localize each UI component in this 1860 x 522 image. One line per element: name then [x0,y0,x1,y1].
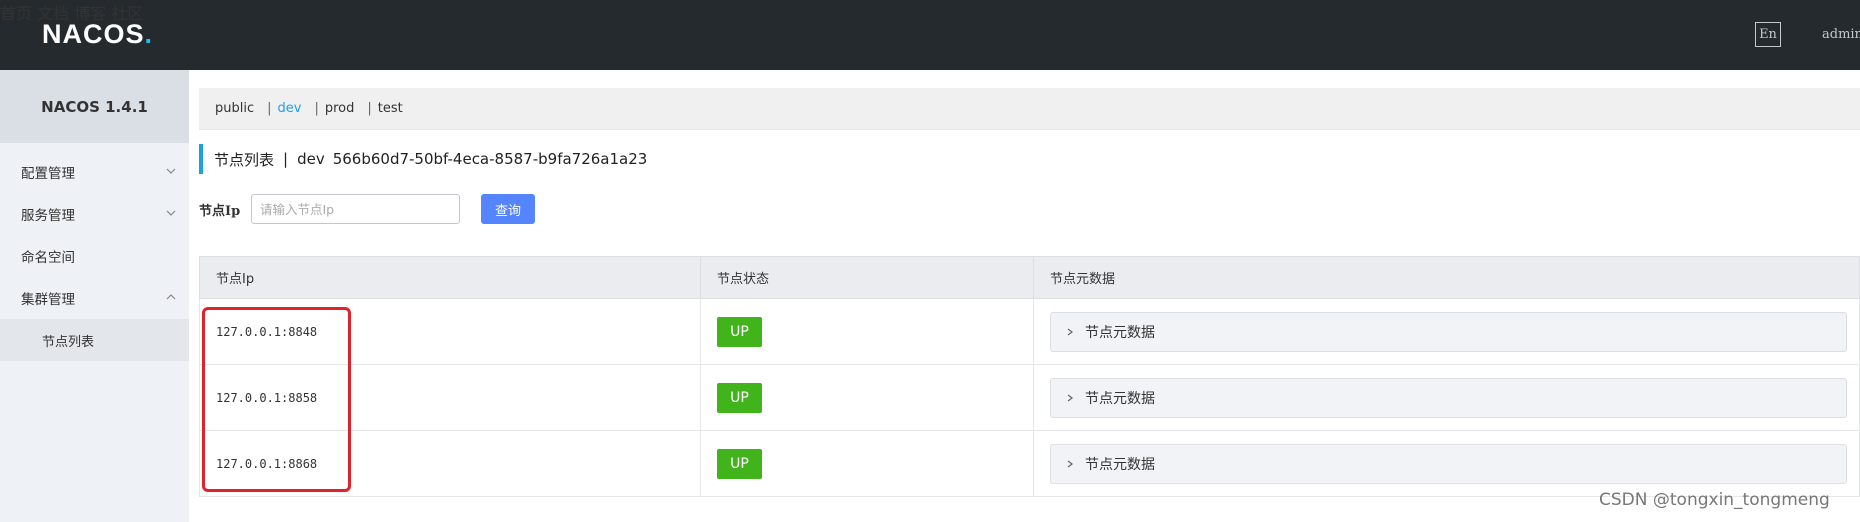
metadata-label: 节点元数据 [1085,390,1155,407]
status-badge: UP [717,316,762,347]
sidebar-item-cluster-management[interactable]: 集群管理 [0,277,189,319]
sidebar-item-service-management[interactable]: 服务管理 [0,193,189,235]
table-header-row: 节点Ip 节点状态 节点元数据 [199,256,1860,299]
chevron-down-icon [166,168,176,174]
page-title-separator: | [283,150,289,168]
sidebar-title: NACOS 1.4.1 [0,70,189,143]
column-header-node-metadata: 节点元数据 [1033,256,1860,299]
namespace-test[interactable]: test [378,101,403,116]
logo-text-pre: NA [42,19,83,49]
namespace-prod[interactable]: prod [325,101,355,116]
node-status-cell: UP [700,430,1034,497]
chevron-right-icon [1067,328,1073,335]
metadata-label: 节点元数据 [1085,324,1155,341]
sidebar-item-label: 配置管理 [21,166,75,182]
column-header-node-ip: 节点Ip [199,256,701,299]
metadata-collapse-toggle[interactable]: 节点元数据 [1050,311,1847,352]
table-row: 127.0.0.1:8848 UP 节点元数据 [199,298,1860,365]
chevron-down-icon [166,210,176,216]
top-navbar: NACOS. 首页 文档 博客 社区 En admin [0,0,1860,70]
page-title: 节点列表 | dev 566b60d7-50bf-4eca-8587-b9fa7… [199,144,647,174]
metadata-collapse-toggle[interactable]: 节点元数据 [1050,443,1847,484]
user-menu[interactable]: admin [1822,27,1860,42]
query-button[interactable]: 查询 [481,194,535,224]
table-row: 127.0.0.1:8868 UP 节点元数据 [199,430,1860,497]
node-table: 节点Ip 节点状态 节点元数据 127.0.0.1:8848 UP 节点元数据 … [199,256,1860,497]
namespace-id: 566b60d7-50bf-4eca-8587-b9fa726a1a23 [332,150,648,168]
node-ip-label: 节点Ip [199,204,241,219]
sidebar-item-label: 命名空间 [21,250,75,266]
sidebar-item-label: 服务管理 [21,208,75,224]
namespace-bar: public | dev | prod | test [199,88,1860,130]
logo-text-mid: COS [83,19,145,49]
annotation-highlight-box [202,307,351,492]
chevron-up-icon [166,294,176,300]
namespace-dev[interactable]: dev [278,101,302,116]
main-content: public | dev | prod | test 节点列表 | dev 566b6… [189,70,1860,522]
table-row: 127.0.0.1:8858 UP 节点元数据 [199,364,1860,431]
nav-home-link[interactable]: 首页 [0,4,32,23]
namespace-separator: | [314,101,319,116]
metadata-collapse-toggle[interactable]: 节点元数据 [1050,377,1847,418]
node-metadata-cell: 节点元数据 [1033,364,1860,431]
chevron-right-icon [1067,460,1073,467]
nacos-logo[interactable]: NACOS. [42,19,153,50]
status-badge: UP [717,448,762,479]
language-switch-button[interactable]: En [1755,22,1781,47]
namespace-public[interactable]: public [215,101,254,116]
sidebar-item-namespace[interactable]: 命名空间 [0,235,189,277]
sidebar-item-config-management[interactable]: 配置管理 [0,151,189,193]
status-badge: UP [717,382,762,413]
namespace-separator: | [367,101,372,116]
node-status-cell: UP [700,298,1034,365]
node-metadata-cell: 节点元数据 [1033,430,1860,497]
chevron-right-icon [1067,394,1073,401]
node-metadata-cell: 节点元数据 [1033,298,1860,365]
csdn-watermark: CSDN @tongxin_tongmeng [1599,490,1830,510]
sidebar-item-label: 集群管理 [21,292,75,308]
namespace-name: dev [297,150,325,168]
logo-dot: . [144,19,154,49]
metadata-label: 节点元数据 [1085,456,1155,473]
page-title-text: 节点列表 [214,150,275,169]
node-ip-search-input[interactable] [251,194,460,224]
sidebar-subitem-node-list[interactable]: 节点列表 [0,319,189,361]
node-status-cell: UP [700,364,1034,431]
sidebar: NACOS 1.4.1 配置管理 服务管理 命名空间 集群管理 节点列表 [0,70,189,522]
namespace-separator: | [267,101,272,116]
column-header-node-status: 节点状态 [700,256,1034,299]
